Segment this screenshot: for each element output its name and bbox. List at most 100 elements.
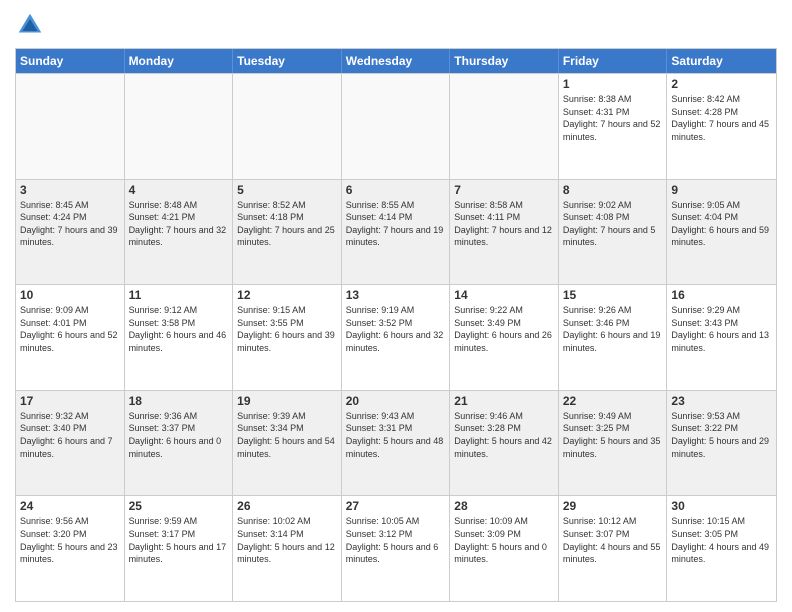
- day-info: Sunrise: 8:48 AM Sunset: 4:21 PM Dayligh…: [129, 199, 229, 249]
- day-info: Sunrise: 9:53 AM Sunset: 3:22 PM Dayligh…: [671, 410, 772, 460]
- day-info: Sunrise: 9:43 AM Sunset: 3:31 PM Dayligh…: [346, 410, 446, 460]
- day-info: Sunrise: 8:55 AM Sunset: 4:14 PM Dayligh…: [346, 199, 446, 249]
- day-number: 6: [346, 183, 446, 197]
- calendar-week-2: 3 Sunrise: 8:45 AM Sunset: 4:24 PM Daylig…: [16, 179, 776, 285]
- calendar-cell-empty-0-1: [125, 74, 234, 179]
- calendar-header: SundayMondayTuesdayWednesdayThursdayFrid…: [16, 49, 776, 73]
- day-info: Sunrise: 9:02 AM Sunset: 4:08 PM Dayligh…: [563, 199, 663, 249]
- calendar-cell-7: 7 Sunrise: 8:58 AM Sunset: 4:11 PM Daylig…: [450, 180, 559, 285]
- day-info: Sunrise: 9:56 AM Sunset: 3:20 PM Dayligh…: [20, 515, 120, 565]
- day-info: Sunrise: 8:45 AM Sunset: 4:24 PM Dayligh…: [20, 199, 120, 249]
- day-number: 9: [671, 183, 772, 197]
- calendar-cell-empty-0-4: [450, 74, 559, 179]
- day-info: Sunrise: 10:05 AM Sunset: 3:12 PM Daylig…: [346, 515, 446, 565]
- day-info: Sunrise: 9:22 AM Sunset: 3:49 PM Dayligh…: [454, 304, 554, 354]
- header-day-wednesday: Wednesday: [342, 49, 451, 73]
- calendar-cell-1: 1Sunrise: 8:38 AM Sunset: 4:31 PM Daylig…: [559, 74, 668, 179]
- calendar-cell-3: 3 Sunrise: 8:45 AM Sunset: 4:24 PM Daylig…: [16, 180, 125, 285]
- calendar-cell-13: 13 Sunrise: 9:19 AM Sunset: 3:52 PM Dayli…: [342, 285, 451, 390]
- day-number: 7: [454, 183, 554, 197]
- calendar-cell-27: 27 Sunrise: 10:05 AM Sunset: 3:12 PM Dayl…: [342, 496, 451, 601]
- day-info: Sunrise: 8:52 AM Sunset: 4:18 PM Dayligh…: [237, 199, 337, 249]
- day-number: 13: [346, 288, 446, 302]
- calendar-cell-empty-0-2: [233, 74, 342, 179]
- day-number: 12: [237, 288, 337, 302]
- header-day-sunday: Sunday: [16, 49, 125, 73]
- calendar-cell-19: 19 Sunrise: 9:39 AM Sunset: 3:34 PM Dayli…: [233, 391, 342, 496]
- day-number: 15: [563, 288, 663, 302]
- calendar-cell-23: 23Sunrise: 9:53 AM Sunset: 3:22 PM Dayli…: [667, 391, 776, 496]
- day-info: Sunrise: 9:12 AM Sunset: 3:58 PM Dayligh…: [129, 304, 229, 354]
- calendar-cell-12: 12Sunrise: 9:15 AM Sunset: 3:55 PM Dayli…: [233, 285, 342, 390]
- day-number: 29: [563, 499, 663, 513]
- calendar-cell-14: 14 Sunrise: 9:22 AM Sunset: 3:49 PM Dayli…: [450, 285, 559, 390]
- calendar-cell-9: 9 Sunrise: 9:05 AM Sunset: 4:04 PM Daylig…: [667, 180, 776, 285]
- day-info: Sunrise: 9:29 AM Sunset: 3:43 PM Dayligh…: [671, 304, 772, 354]
- day-number: 28: [454, 499, 554, 513]
- header-day-saturday: Saturday: [667, 49, 776, 73]
- day-info: Sunrise: 9:32 AM Sunset: 3:40 PM Dayligh…: [20, 410, 120, 460]
- calendar: SundayMondayTuesdayWednesdayThursdayFrid…: [15, 48, 777, 602]
- calendar-cell-15: 15 Sunrise: 9:26 AM Sunset: 3:46 PM Dayli…: [559, 285, 668, 390]
- day-info: Sunrise: 9:59 AM Sunset: 3:17 PM Dayligh…: [129, 515, 229, 565]
- calendar-cell-11: 11 Sunrise: 9:12 AM Sunset: 3:58 PM Dayli…: [125, 285, 234, 390]
- day-info: Sunrise: 10:09 AM Sunset: 3:09 PM Daylig…: [454, 515, 554, 565]
- calendar-cell-21: 21 Sunrise: 9:46 AM Sunset: 3:28 PM Dayli…: [450, 391, 559, 496]
- day-number: 20: [346, 394, 446, 408]
- calendar-cell-25: 25Sunrise: 9:59 AM Sunset: 3:17 PM Dayli…: [125, 496, 234, 601]
- day-info: Sunrise: 9:09 AM Sunset: 4:01 PM Dayligh…: [20, 304, 120, 354]
- day-number: 19: [237, 394, 337, 408]
- day-info: Sunrise: 8:58 AM Sunset: 4:11 PM Dayligh…: [454, 199, 554, 249]
- calendar-cell-22: 22Sunrise: 9:49 AM Sunset: 3:25 PM Dayli…: [559, 391, 668, 496]
- logo-icon: [15, 10, 45, 40]
- day-info: Sunrise: 10:12 AM Sunset: 3:07 PM Daylig…: [563, 515, 663, 565]
- day-number: 21: [454, 394, 554, 408]
- day-info: Sunrise: 9:36 AM Sunset: 3:37 PM Dayligh…: [129, 410, 229, 460]
- day-number: 2: [671, 77, 772, 91]
- calendar-cell-29: 29 Sunrise: 10:12 AM Sunset: 3:07 PM Dayl…: [559, 496, 668, 601]
- day-number: 11: [129, 288, 229, 302]
- calendar-body: 1Sunrise: 8:38 AM Sunset: 4:31 PM Daylig…: [16, 73, 776, 601]
- calendar-cell-18: 18Sunrise: 9:36 AM Sunset: 3:37 PM Dayli…: [125, 391, 234, 496]
- calendar-week-5: 24 Sunrise: 9:56 AM Sunset: 3:20 PM Dayli…: [16, 495, 776, 601]
- day-number: 5: [237, 183, 337, 197]
- calendar-cell-5: 5 Sunrise: 8:52 AM Sunset: 4:18 PM Daylig…: [233, 180, 342, 285]
- day-number: 27: [346, 499, 446, 513]
- day-number: 14: [454, 288, 554, 302]
- day-number: 26: [237, 499, 337, 513]
- calendar-cell-8: 8 Sunrise: 9:02 AM Sunset: 4:08 PM Daylig…: [559, 180, 668, 285]
- calendar-cell-16: 16 Sunrise: 9:29 AM Sunset: 3:43 PM Dayli…: [667, 285, 776, 390]
- day-number: 1: [563, 77, 663, 91]
- calendar-week-1: 1Sunrise: 8:38 AM Sunset: 4:31 PM Daylig…: [16, 73, 776, 179]
- header-day-friday: Friday: [559, 49, 668, 73]
- day-info: Sunrise: 9:26 AM Sunset: 3:46 PM Dayligh…: [563, 304, 663, 354]
- day-info: Sunrise: 9:46 AM Sunset: 3:28 PM Dayligh…: [454, 410, 554, 460]
- day-info: Sunrise: 9:05 AM Sunset: 4:04 PM Dayligh…: [671, 199, 772, 249]
- day-info: Sunrise: 9:19 AM Sunset: 3:52 PM Dayligh…: [346, 304, 446, 354]
- calendar-cell-6: 6 Sunrise: 8:55 AM Sunset: 4:14 PM Daylig…: [342, 180, 451, 285]
- calendar-cell-24: 24 Sunrise: 9:56 AM Sunset: 3:20 PM Dayli…: [16, 496, 125, 601]
- calendar-cell-2: 2 Sunrise: 8:42 AM Sunset: 4:28 PM Daylig…: [667, 74, 776, 179]
- day-number: 24: [20, 499, 120, 513]
- calendar-week-4: 17Sunrise: 9:32 AM Sunset: 3:40 PM Dayli…: [16, 390, 776, 496]
- day-number: 10: [20, 288, 120, 302]
- logo: [15, 10, 50, 40]
- day-number: 8: [563, 183, 663, 197]
- day-number: 30: [671, 499, 772, 513]
- calendar-cell-20: 20 Sunrise: 9:43 AM Sunset: 3:31 PM Dayli…: [342, 391, 451, 496]
- day-info: Sunrise: 10:15 AM Sunset: 3:05 PM Daylig…: [671, 515, 772, 565]
- calendar-cell-26: 26Sunrise: 10:02 AM Sunset: 3:14 PM Dayl…: [233, 496, 342, 601]
- page: SundayMondayTuesdayWednesdayThursdayFrid…: [0, 0, 792, 612]
- day-number: 4: [129, 183, 229, 197]
- header-day-thursday: Thursday: [450, 49, 559, 73]
- day-info: Sunrise: 9:39 AM Sunset: 3:34 PM Dayligh…: [237, 410, 337, 460]
- header: [15, 10, 777, 40]
- day-number: 16: [671, 288, 772, 302]
- calendar-cell-17: 17Sunrise: 9:32 AM Sunset: 3:40 PM Dayli…: [16, 391, 125, 496]
- calendar-cell-empty-0-0: [16, 74, 125, 179]
- calendar-week-3: 10 Sunrise: 9:09 AM Sunset: 4:01 PM Dayli…: [16, 284, 776, 390]
- calendar-cell-empty-0-3: [342, 74, 451, 179]
- day-number: 3: [20, 183, 120, 197]
- day-info: Sunrise: 9:49 AM Sunset: 3:25 PM Dayligh…: [563, 410, 663, 460]
- day-info: Sunrise: 8:42 AM Sunset: 4:28 PM Dayligh…: [671, 93, 772, 143]
